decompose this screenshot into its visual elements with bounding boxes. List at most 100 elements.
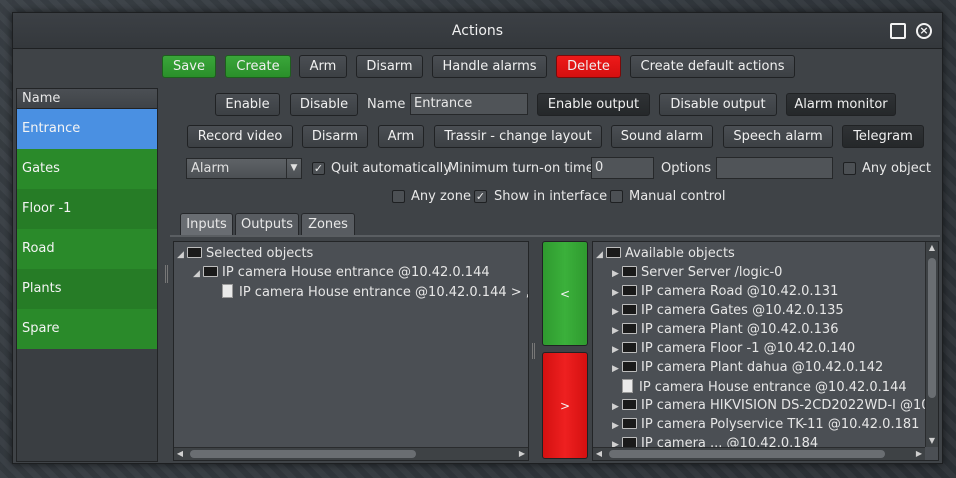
create-default-actions-button[interactable]: Create default actions <box>630 55 795 78</box>
folder-icon <box>622 418 637 429</box>
action-list-item[interactable]: Plants <box>17 269 157 309</box>
tree-node-selected-camera[interactable]: ◢ IP camera House entrance @10.42.0.144 <box>193 263 490 282</box>
folder-icon <box>622 266 637 277</box>
list-header[interactable]: Name <box>17 89 157 109</box>
handle-alarms-button[interactable]: Handle alarms <box>432 55 547 78</box>
any-zone-checkbox[interactable] <box>392 190 405 203</box>
scroll-down-icon[interactable]: ▼ <box>926 435 938 447</box>
sidebar-splitter-handle[interactable] <box>165 265 168 283</box>
trassir-change-layout-button[interactable]: Trassir - change layout <box>434 125 602 148</box>
tree-node-available-item[interactable]: ▶ IP camera HIKVISION DS-2CD2022WD-I @10.… <box>612 396 939 415</box>
name-field[interactable]: Entrance <box>410 93 528 115</box>
tree-label: Available objects <box>625 246 735 261</box>
disarm-action-button[interactable]: Disarm <box>302 125 368 148</box>
action-list-item[interactable]: Gates <box>17 149 157 189</box>
tree-node-selected-input[interactable]: IP camera House entrance @10.42.0.144 > … <box>220 282 529 301</box>
window-title: Actions <box>451 23 504 39</box>
tree-label: IP camera Floor -1 @10.42.0.140 <box>641 341 856 356</box>
folder-icon <box>622 285 637 296</box>
record-video-button[interactable]: Record video <box>187 125 293 148</box>
horizontal-scrollbar[interactable]: ◀ ▶ <box>174 447 528 460</box>
chevron-down-icon[interactable]: ▼ <box>286 159 301 178</box>
file-icon <box>222 284 233 298</box>
tree-label: IP camera House entrance @10.42.0.144 > … <box>239 285 529 300</box>
remove-selected-button[interactable]: > <box>542 352 588 459</box>
enable-output-button[interactable]: Enable output <box>537 93 650 116</box>
delete-button[interactable]: Delete <box>556 55 621 78</box>
action-list-item[interactable]: Entrance <box>17 109 157 149</box>
title-bar[interactable]: Actions × <box>13 13 942 49</box>
action-list-item[interactable]: Floor -1 <box>17 189 157 229</box>
tree-label: IP camera Gates @10.42.0.135 <box>641 303 844 318</box>
sound-alarm-button[interactable]: Sound alarm <box>611 125 713 148</box>
arm-action-button[interactable]: Arm <box>378 125 424 148</box>
tree-label: IP camera House entrance @10.42.0.144 <box>222 265 490 280</box>
show-in-interface-checkbox[interactable]: ✓ <box>474 190 487 203</box>
manual-control-label: Manual control <box>629 189 726 204</box>
tree-node-available-item[interactable]: ▶ IP camera Gates @10.42.0.135 <box>612 301 844 320</box>
speech-alarm-button[interactable]: Speech alarm <box>723 125 833 148</box>
folder-icon <box>622 342 637 353</box>
file-icon <box>622 379 633 393</box>
tree-node-available-item[interactable]: ▶ IP camera Plant dahua @10.42.0.142 <box>612 358 883 377</box>
scroll-right-icon[interactable]: ▶ <box>516 448 528 460</box>
add-selected-button[interactable]: < <box>542 241 588 346</box>
disable-output-button[interactable]: Disable output <box>659 93 777 116</box>
tab-outputs[interactable]: Outputs <box>235 213 299 235</box>
options-label: Options <box>661 161 712 176</box>
disarm-button[interactable]: Disarm <box>356 55 423 78</box>
alarm-monitor-button[interactable]: Alarm monitor <box>786 93 896 116</box>
scroll-right-icon[interactable]: ▶ <box>913 448 925 460</box>
expand-arrow-icon[interactable]: ◢ <box>596 246 606 265</box>
save-button[interactable]: Save <box>162 55 216 78</box>
enable-button[interactable]: Enable <box>215 93 280 116</box>
scrollbar-thumb[interactable] <box>190 450 416 458</box>
available-objects-tree[interactable]: ◢ Available objects ▶ Server Server /logic… <box>592 241 939 461</box>
tab-zones[interactable]: Zones <box>301 213 355 235</box>
scrollbar-thumb[interactable] <box>609 450 885 458</box>
pane-splitter-handle[interactable] <box>532 343 535 359</box>
tree-node-available-root[interactable]: ◢ Available objects <box>596 244 735 263</box>
scroll-up-icon[interactable]: ▲ <box>926 242 938 254</box>
tab-inputs[interactable]: Inputs <box>180 213 233 235</box>
minimum-turn-on-time-field[interactable]: 0 <box>591 157 654 179</box>
create-button[interactable]: Create <box>225 55 291 78</box>
quit-automatically-label: Quit automatically <box>331 161 451 176</box>
minimum-turn-on-time-label: Minimum turn-on time <box>448 161 594 176</box>
folder-icon <box>203 266 218 277</box>
tree-node-available-item[interactable]: IP camera House entrance @10.42.0.144 <box>612 377 907 396</box>
manual-control-checkbox[interactable] <box>610 190 623 203</box>
options-field[interactable] <box>716 157 833 179</box>
any-object-label: Any object <box>862 161 932 176</box>
expand-arrow-icon[interactable]: ◢ <box>193 265 203 284</box>
horizontal-scrollbar[interactable]: ◀ ▶ <box>593 447 925 460</box>
any-zone-label: Any zone <box>411 189 471 204</box>
action-list-item[interactable]: Road <box>17 229 157 269</box>
scroll-left-icon[interactable]: ◀ <box>593 448 605 460</box>
tree-node-available-item[interactable]: ▶ IP camera Floor -1 @10.42.0.140 <box>612 339 855 358</box>
tree-label: IP camera HIKVISION DS-2CD2022WD-I @10.4 <box>641 398 939 413</box>
folder-icon <box>622 361 637 372</box>
maximize-icon[interactable] <box>890 23 906 39</box>
tree-node-available-item[interactable]: ▶ IP camera Polyservice TK-11 @10.42.0.18… <box>612 415 919 434</box>
vertical-scrollbar[interactable]: ▲ ▼ <box>925 242 938 447</box>
selected-objects-tree[interactable]: ◢ Selected objects ◢ IP camera House entra… <box>173 241 529 461</box>
action-list-item[interactable]: Spare <box>17 309 157 349</box>
expand-arrow-icon[interactable]: ◢ <box>177 246 187 265</box>
tree-label: IP camera Road @10.42.0.131 <box>641 284 839 299</box>
arm-button[interactable]: Arm <box>299 55 347 78</box>
tree-label: IP camera Polyservice TK-11 @10.42.0.181 <box>641 417 920 432</box>
any-object-checkbox[interactable] <box>843 162 856 175</box>
action-type-select[interactable]: Alarm ▼ <box>186 158 302 179</box>
tree-node-available-item[interactable]: ▶ IP camera Plant @10.42.0.136 <box>612 320 838 339</box>
tree-node-selected-root[interactable]: ◢ Selected objects <box>177 244 313 263</box>
actions-list: Name Entrance Gates Floor -1 Road Plants Spar… <box>16 88 158 462</box>
tree-node-available-item[interactable]: ▶ IP camera Road @10.42.0.131 <box>612 282 838 301</box>
telegram-button[interactable]: Telegram <box>842 125 924 148</box>
scrollbar-thumb[interactable] <box>928 258 936 398</box>
close-icon[interactable]: × <box>916 23 932 39</box>
scroll-left-icon[interactable]: ◀ <box>174 448 186 460</box>
quit-automatically-checkbox[interactable]: ✓ <box>312 162 325 175</box>
disable-button[interactable]: Disable <box>290 93 358 116</box>
tree-node-available-item[interactable]: ▶ Server Server /logic-0 <box>612 263 782 282</box>
